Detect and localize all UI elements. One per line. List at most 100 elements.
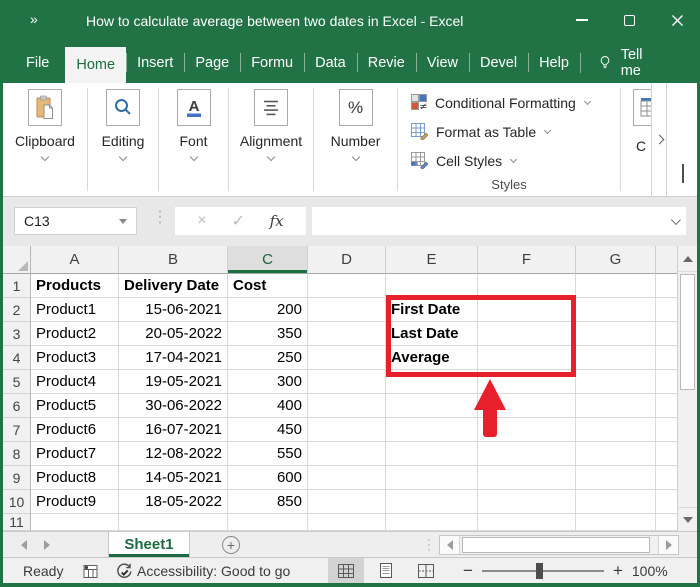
cell-B2[interactable]: 15-06-2021 (119, 298, 228, 322)
ribbon-group-number[interactable]: % Number (314, 83, 397, 196)
cell-E2[interactable]: First Date (386, 298, 478, 322)
cell-F1[interactable] (478, 274, 576, 298)
ribbon-group-alignment[interactable]: Alignment (229, 83, 313, 196)
menu-tab-file[interactable]: File (10, 42, 65, 83)
cell-G9[interactable] (576, 466, 656, 490)
cell-D7[interactable] (308, 418, 386, 442)
cell-C10[interactable]: 850 (228, 490, 308, 514)
cell-B10[interactable]: 18-05-2022 (119, 490, 228, 514)
column-header-B[interactable]: B (119, 246, 228, 274)
horizontal-scroll-thumb[interactable] (462, 537, 650, 553)
cell-G8[interactable] (576, 442, 656, 466)
maximize-button[interactable] (624, 15, 635, 26)
ribbon-group-clipboard[interactable]: Clipboard (3, 83, 87, 196)
menu-tab-home[interactable]: Home (65, 47, 126, 83)
tell-me-button[interactable]: Tell me (621, 47, 658, 79)
page-layout-view-button[interactable] (368, 558, 404, 583)
cell-D8[interactable] (308, 442, 386, 466)
cell-A6[interactable]: Product5 (31, 394, 119, 418)
new-sheet-button[interactable]: + (222, 536, 240, 554)
cell-G11[interactable] (576, 514, 656, 531)
cell-partial-11[interactable] (656, 514, 677, 531)
ribbon-group-cells-partial[interactable]: C (621, 83, 697, 196)
cell-F8[interactable] (478, 442, 576, 466)
cell-B7[interactable]: 16-07-2021 (119, 418, 228, 442)
row-header-8[interactable]: 8 (3, 442, 31, 466)
cell-A10[interactable]: Product9 (31, 490, 119, 514)
cell-F5[interactable] (478, 370, 576, 394)
accessibility-status[interactable]: Accessibility: Good to go (115, 562, 290, 580)
cell-partial-5[interactable] (656, 370, 677, 394)
cell-D9[interactable] (308, 466, 386, 490)
row-header-1[interactable]: 1 (3, 274, 31, 298)
cell-partial-8[interactable] (656, 442, 677, 466)
chevron-down-icon[interactable] (119, 219, 127, 224)
formula-bar-grip[interactable]: ⋮ (152, 210, 168, 226)
vertical-scroll-track[interactable] (678, 272, 697, 480)
insert-function-icon[interactable]: fx (270, 212, 284, 230)
previous-sheet-button[interactable] (21, 540, 27, 550)
cell-partial-4[interactable] (656, 346, 677, 370)
cell-F9[interactable] (478, 466, 576, 490)
row-header-4[interactable]: 4 (3, 346, 31, 370)
zoom-level[interactable]: 100% (632, 563, 668, 579)
cell-A3[interactable]: Product2 (31, 322, 119, 346)
column-header-D[interactable]: D (308, 246, 386, 274)
cell-C7[interactable]: 450 (228, 418, 308, 442)
cell-G4[interactable] (576, 346, 656, 370)
menu-tab-view[interactable]: View (416, 42, 469, 83)
cell-partial-7[interactable] (656, 418, 677, 442)
ribbon-group-editing[interactable]: Editing (88, 83, 158, 196)
cell-A9[interactable]: Product8 (31, 466, 119, 490)
row-header-10[interactable]: 10 (3, 490, 31, 514)
cell-D5[interactable] (308, 370, 386, 394)
cell-F4[interactable] (478, 346, 576, 370)
select-all-button[interactable] (3, 246, 31, 274)
cell-partial-1[interactable] (656, 274, 677, 298)
row-header-2[interactable]: 2 (3, 298, 31, 322)
cell-G10[interactable] (576, 490, 656, 514)
zoom-slider-thumb[interactable] (536, 563, 543, 579)
row-header-7[interactable]: 7 (3, 418, 31, 442)
cell-E4[interactable]: Average (386, 346, 478, 370)
close-button[interactable] (671, 14, 684, 27)
enter-icon[interactable]: ✓ (231, 211, 244, 231)
cell-F11[interactable] (478, 514, 576, 531)
cell-B8[interactable]: 12-08-2022 (119, 442, 228, 466)
sheet-tab-sheet1[interactable]: Sheet1 (108, 532, 190, 557)
scroll-left-button[interactable] (440, 536, 460, 554)
cell-G6[interactable] (576, 394, 656, 418)
cell-F2[interactable] (478, 298, 576, 322)
scroll-right-button[interactable] (658, 536, 678, 554)
cell-C4[interactable]: 250 (228, 346, 308, 370)
scroll-up-button[interactable] (678, 246, 697, 272)
cell-B5[interactable]: 19-05-2021 (119, 370, 228, 394)
cell-G7[interactable] (576, 418, 656, 442)
column-header-E[interactable]: E (386, 246, 478, 274)
cell-D11[interactable] (308, 514, 386, 531)
cell-B1[interactable]: Delivery Date (119, 274, 228, 298)
page-break-preview-button[interactable] (408, 558, 444, 583)
menu-tab-data[interactable]: Data (304, 42, 357, 83)
cell-B3[interactable]: 20-05-2022 (119, 322, 228, 346)
cell-D3[interactable] (308, 322, 386, 346)
cell-E1[interactable] (386, 274, 478, 298)
cell-F7[interactable] (478, 418, 576, 442)
cell-E5[interactable] (386, 370, 478, 394)
cell-partial-2[interactable] (656, 298, 677, 322)
menu-tab-insert[interactable]: Insert (126, 42, 184, 83)
zoom-in-button[interactable]: + (613, 562, 623, 579)
macro-record-icon[interactable] (83, 563, 98, 582)
cell-D6[interactable] (308, 394, 386, 418)
cell-E11[interactable] (386, 514, 478, 531)
name-box[interactable]: C13 (14, 207, 137, 235)
format-as-table-button[interactable]: Format as Table (398, 117, 620, 146)
cell-D1[interactable] (308, 274, 386, 298)
cell-G2[interactable] (576, 298, 656, 322)
cell-A5[interactable]: Product4 (31, 370, 119, 394)
cell-B4[interactable]: 17-04-2021 (119, 346, 228, 370)
collapse-ribbon-button[interactable] (682, 166, 684, 184)
horizontal-scrollbar[interactable] (439, 535, 679, 555)
cell-E7[interactable] (386, 418, 478, 442)
cell-F6[interactable] (478, 394, 576, 418)
